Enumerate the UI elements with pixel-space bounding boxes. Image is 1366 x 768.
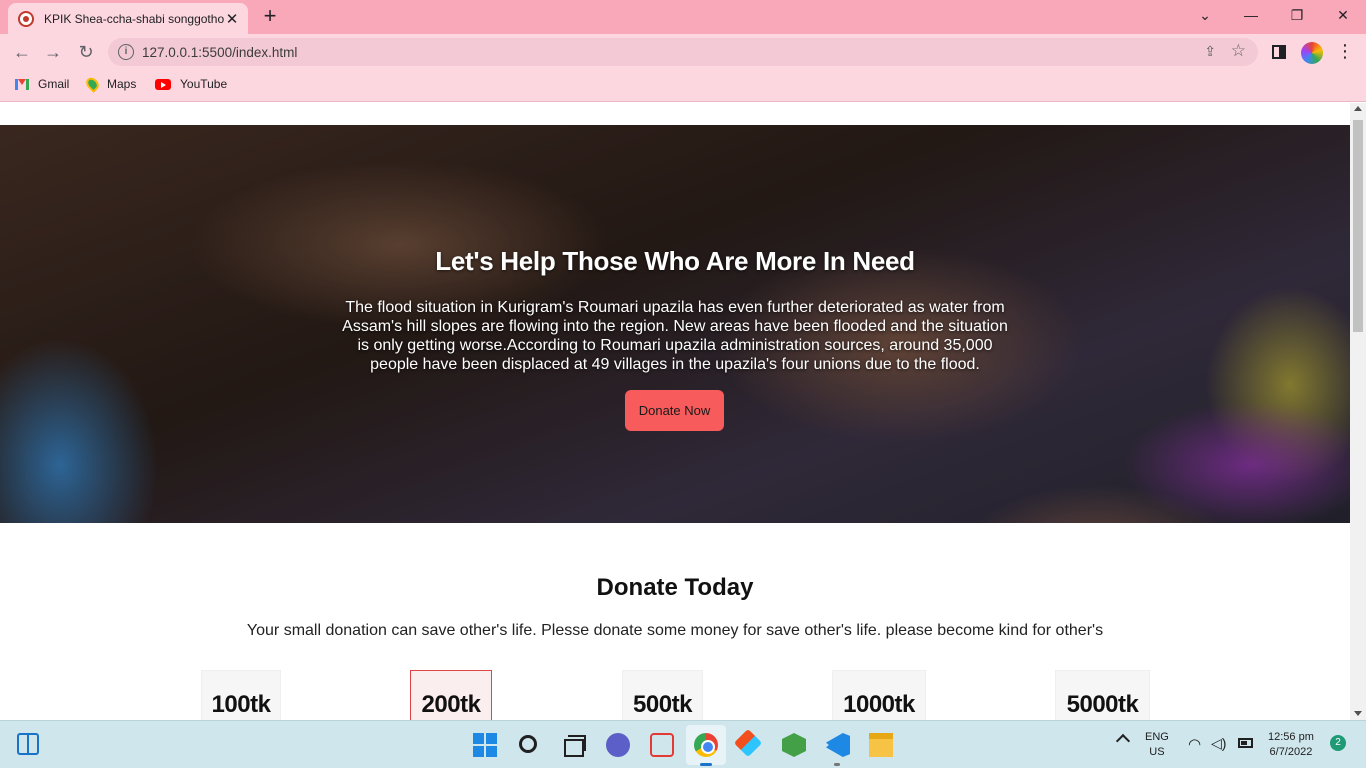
hero-description: The flood situation in Kurigram's Roumar… — [342, 299, 1008, 373]
battery-icon[interactable] — [1238, 738, 1253, 748]
donation-amount-1000[interactable]: 1000tk — [832, 670, 926, 720]
donation-amount-200[interactable]: 200tk — [410, 670, 492, 720]
bookmark-gmail[interactable]: Gmail — [15, 77, 69, 91]
browser-menu-icon[interactable]: ⋮ — [1336, 41, 1354, 62]
minimize-button[interactable]: — — [1228, 5, 1274, 29]
bookmark-label: YouTube — [180, 77, 228, 91]
system-clock[interactable]: 12:56 pm 6/7/2022 — [1268, 730, 1314, 760]
notification-count-badge[interactable]: 2 — [1330, 735, 1346, 751]
scroll-thumb[interactable] — [1353, 120, 1363, 332]
bookmark-maps[interactable]: Maps — [83, 75, 137, 93]
share-icon[interactable]: ⇪ — [1204, 43, 1216, 60]
bookmark-star-icon[interactable]: ☆ — [1231, 41, 1246, 61]
tab-search-dropdown-icon[interactable]: ⌄ — [1182, 5, 1228, 29]
language-region: US — [1149, 746, 1165, 758]
task-view-icon[interactable] — [562, 733, 586, 757]
scroll-down-icon[interactable] — [1354, 711, 1362, 716]
forward-icon[interactable]: → — [40, 40, 66, 64]
gmail-icon — [15, 78, 29, 90]
donation-amount-500[interactable]: 500tk — [622, 670, 703, 720]
show-hidden-icons-chevron-icon[interactable] — [1115, 733, 1131, 749]
widgets-icon[interactable] — [17, 733, 39, 755]
side-panel-icon[interactable] — [1272, 45, 1286, 59]
chrome-icon[interactable] — [694, 733, 718, 757]
url-text[interactable]: 127.0.0.1:5500/index.html — [142, 45, 297, 60]
close-tab-icon[interactable]: ✕ — [224, 10, 240, 28]
clock-date: 6/7/2022 — [1269, 746, 1313, 758]
language-code: ENG — [1145, 731, 1169, 743]
close-window-button[interactable]: ✕ — [1320, 5, 1366, 29]
browser-toolbar: ← → ↻ i 127.0.0.1:5500/index.html ⇪ ☆ ⋮ — [0, 34, 1366, 70]
browser-tab-strip: KPIK Shea-ccha-shabi songgothon ✕ + ⌄ — … — [0, 0, 1366, 34]
vscode-icon[interactable] — [826, 733, 850, 757]
scroll-up-icon[interactable] — [1354, 106, 1362, 111]
address-bar[interactable]: i 127.0.0.1:5500/index.html ⇪ ☆ — [108, 38, 1258, 66]
donate-section-subtitle: Your small donation can save other's lif… — [246, 622, 1104, 639]
teams-chat-icon[interactable] — [606, 733, 630, 757]
wifi-icon[interactable]: ◠ — [1188, 735, 1201, 753]
donation-amount-100[interactable]: 100tk — [201, 670, 281, 720]
reload-icon[interactable]: ↻ — [73, 40, 99, 64]
bookmark-label: Gmail — [38, 77, 70, 91]
input-language-indicator[interactable]: ENG US — [1145, 730, 1169, 760]
bookmarks-bar: Gmail Maps YouTube — [0, 70, 1366, 102]
hero-title: Let's Help Those Who Are More In Need — [435, 246, 915, 276]
donate-now-button[interactable]: Donate Now — [625, 390, 724, 431]
youtube-icon — [155, 78, 171, 90]
maps-icon — [83, 75, 102, 93]
site-favicon-icon — [18, 10, 34, 27]
donate-section-title: Donate Today — [596, 574, 754, 601]
volume-icon[interactable]: ◁) — [1211, 735, 1226, 752]
new-tab-button[interactable]: + — [258, 5, 282, 29]
active-app-indicator — [700, 763, 712, 766]
tab-title: KPIK Shea-ccha-shabi songgothon — [44, 11, 224, 26]
browser-tab[interactable]: KPIK Shea-ccha-shabi songgothon ✕ — [8, 3, 248, 34]
page-viewport: Let's Help Those Who Are More In Need Th… — [0, 103, 1366, 720]
bookmark-label: Maps — [107, 77, 137, 91]
page-scrollbar[interactable] — [1350, 103, 1366, 720]
start-menu-icon[interactable] — [473, 733, 497, 757]
site-info-icon[interactable]: i — [118, 44, 134, 60]
bookmark-youtube[interactable]: YouTube — [155, 77, 227, 91]
clock-time: 12:56 pm — [1268, 731, 1314, 743]
windows-taskbar: ENG US ◠ ◁) 12:56 pm 6/7/2022 2 — [0, 720, 1366, 768]
design-app-icon[interactable] — [733, 728, 763, 758]
donation-amount-5000[interactable]: 5000tk — [1055, 670, 1150, 720]
snipping-tool-icon[interactable] — [650, 733, 674, 757]
file-explorer-icon[interactable] — [869, 733, 893, 757]
open-app-indicator — [834, 763, 840, 766]
profile-avatar[interactable] — [1301, 42, 1323, 64]
maximize-button[interactable]: ❐ — [1274, 5, 1320, 29]
hero-banner: Let's Help Those Who Are More In Need Th… — [0, 125, 1350, 523]
nodejs-icon[interactable] — [782, 733, 806, 757]
back-icon[interactable]: ← — [9, 40, 35, 64]
search-icon[interactable] — [519, 735, 537, 753]
